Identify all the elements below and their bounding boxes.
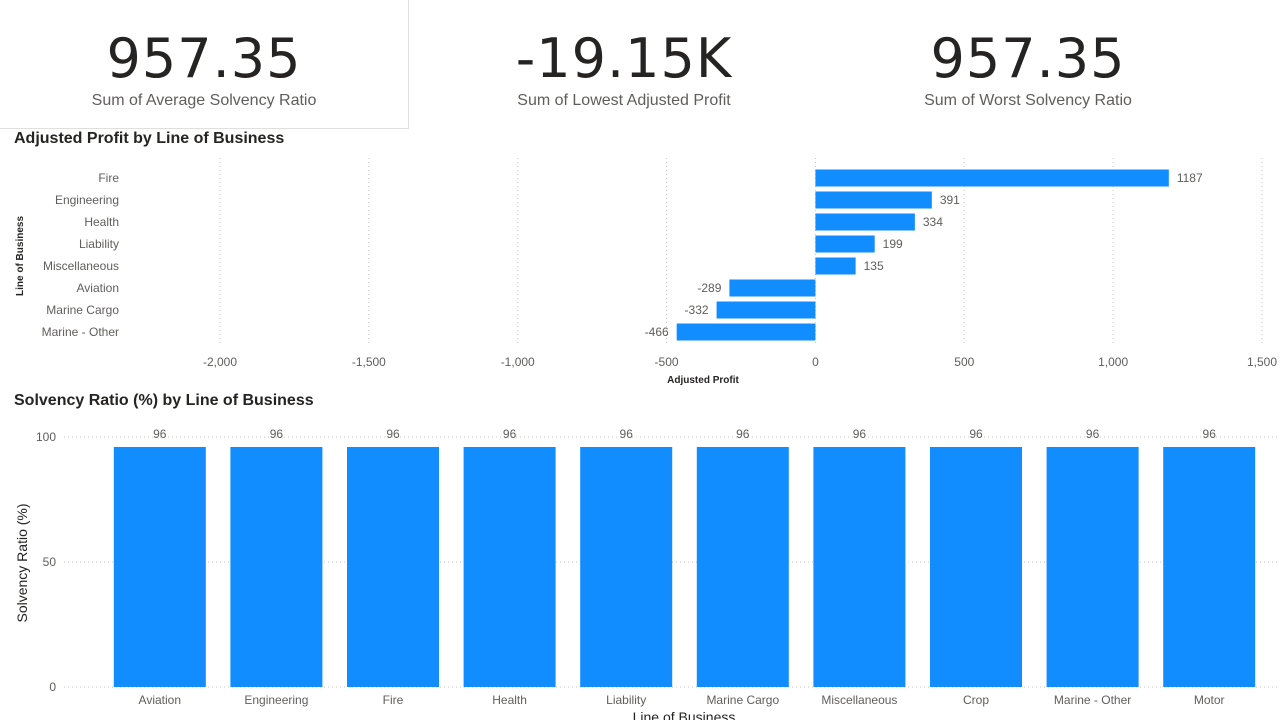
kpi-value: -19.15K bbox=[515, 27, 733, 90]
y-tick-label: 50 bbox=[43, 555, 57, 569]
kpi-value: 957.35 bbox=[930, 27, 1126, 90]
data-label: 96 bbox=[620, 427, 634, 441]
profit-bar bbox=[815, 191, 932, 209]
data-label: 1187 bbox=[1177, 171, 1203, 185]
data-label: 96 bbox=[153, 427, 167, 441]
y-category-label: Marine Cargo bbox=[46, 303, 119, 317]
x-tick-label: -500 bbox=[655, 355, 679, 369]
x-category-label: Health bbox=[492, 693, 527, 707]
kpi-label: Sum of Lowest Adjusted Profit bbox=[517, 92, 731, 109]
data-label: 135 bbox=[864, 259, 884, 273]
solvency-bar bbox=[580, 447, 673, 687]
x-tick-label: -1,000 bbox=[501, 355, 535, 369]
y-category-label: Miscellaneous bbox=[43, 259, 119, 273]
solvency-bar bbox=[113, 447, 206, 687]
x-category-label: Engineering bbox=[244, 693, 308, 707]
y-axis-title: Line of Business bbox=[15, 216, 26, 296]
data-label: 96 bbox=[503, 427, 517, 441]
data-label: -332 bbox=[685, 303, 709, 317]
x-category-label: Miscellaneous bbox=[821, 693, 897, 707]
solvency-bar bbox=[813, 447, 906, 687]
data-label: 199 bbox=[883, 237, 903, 251]
data-label: 96 bbox=[270, 427, 284, 441]
kpi-label: Sum of Average Solvency Ratio bbox=[91, 92, 317, 109]
data-label: 96 bbox=[736, 427, 750, 441]
profit-bar bbox=[676, 323, 816, 341]
profit-bar bbox=[729, 279, 816, 297]
data-label: 96 bbox=[1203, 427, 1217, 441]
solvency-bar bbox=[930, 447, 1022, 687]
solvency-bar bbox=[463, 447, 556, 687]
x-tick-label: 0 bbox=[812, 355, 819, 369]
x-category-label: Marine - Other bbox=[1054, 693, 1131, 707]
x-tick-label: 1,000 bbox=[1098, 355, 1128, 369]
data-label: 334 bbox=[923, 215, 943, 229]
solvency-ratio-bar-chart[interactable]: 0 50 100 96 Aviation 96 Engineering 96 Fire 96 Hea… bbox=[0, 410, 1287, 720]
data-label: 391 bbox=[940, 193, 960, 207]
data-label: 96 bbox=[853, 427, 867, 441]
x-category-label: Motor bbox=[1194, 693, 1225, 707]
y-tick-label: 100 bbox=[36, 430, 56, 444]
y-category-label: Aviation bbox=[77, 281, 119, 295]
x-category-label: Aviation bbox=[139, 693, 181, 707]
profit-bar bbox=[716, 301, 816, 319]
y-category-label: Fire bbox=[98, 171, 119, 185]
data-label: 96 bbox=[386, 427, 400, 441]
solvency-chart-title: Solvency Ratio (%) by Line of Business bbox=[14, 392, 314, 409]
x-tick-label: -1,500 bbox=[352, 355, 386, 369]
x-category-label: Crop bbox=[963, 693, 989, 707]
y-category-label: Marine - Other bbox=[42, 325, 119, 339]
kpi-card-average-solvency[interactable]: 957.35 Sum of Average Solvency Ratio bbox=[0, 0, 409, 129]
x-category-label: Fire bbox=[383, 693, 404, 707]
kpi-card-worst-solvency[interactable]: 957.35 Sum of Worst Solvency Ratio bbox=[828, 0, 1228, 128]
x-tick-label: 1,500 bbox=[1247, 355, 1277, 369]
y-category-label: Health bbox=[84, 215, 119, 229]
x-category-label: Marine Cargo bbox=[706, 693, 779, 707]
kpi-label: Sum of Worst Solvency Ratio bbox=[924, 92, 1132, 109]
y-tick-label: 0 bbox=[49, 680, 56, 694]
solvency-bar bbox=[1163, 447, 1256, 687]
y-category-label: Liability bbox=[79, 237, 119, 251]
x-tick-label: -2,000 bbox=[203, 355, 237, 369]
profit-bar bbox=[815, 257, 856, 275]
x-category-label: Liability bbox=[606, 693, 646, 707]
y-axis-title: Solvency Ratio (%) bbox=[14, 503, 30, 622]
data-label: -466 bbox=[645, 325, 669, 339]
profit-bar bbox=[815, 235, 875, 253]
y-category-label: Engineering bbox=[55, 193, 119, 207]
x-axis-title: Adjusted Profit bbox=[667, 375, 739, 386]
profit-bar bbox=[815, 213, 915, 231]
solvency-bar bbox=[230, 447, 323, 687]
adjusted-profit-bar-chart[interactable]: -2,000 -1,500 -1,000 -500 0 500 1,000 1,500 Fire… bbox=[0, 130, 1287, 390]
solvency-bar bbox=[347, 447, 439, 687]
data-label: 96 bbox=[1086, 427, 1100, 441]
profit-bar bbox=[815, 169, 1169, 187]
kpi-card-lowest-adjusted-profit[interactable]: -19.15K Sum of Lowest Adjusted Profit bbox=[420, 0, 828, 128]
solvency-bar bbox=[1046, 447, 1139, 687]
data-label: 96 bbox=[969, 427, 983, 441]
x-axis-title: Line of Business bbox=[633, 709, 736, 720]
kpi-value: 957.35 bbox=[106, 27, 302, 90]
data-label: -289 bbox=[697, 281, 721, 295]
solvency-bar bbox=[696, 447, 789, 687]
x-tick-label: 500 bbox=[954, 355, 974, 369]
